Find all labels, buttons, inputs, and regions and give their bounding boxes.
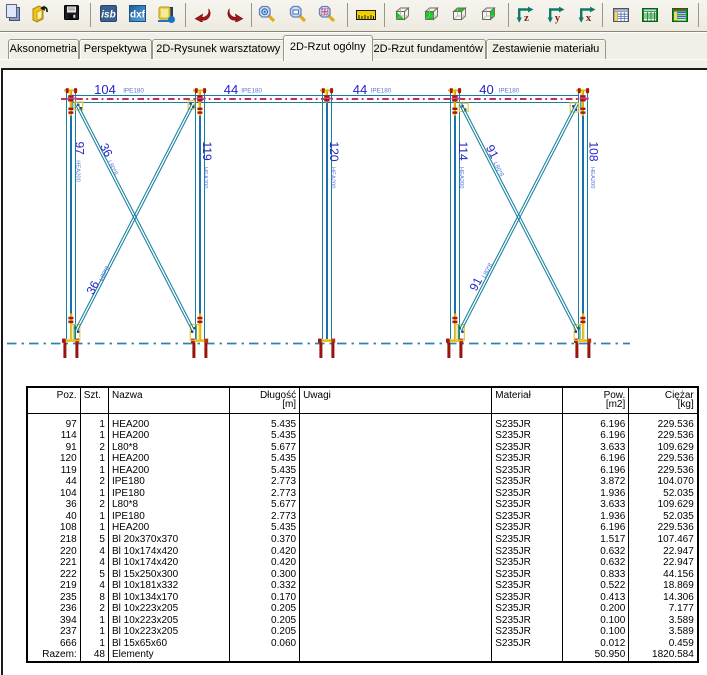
svg-text:L80*8: L80*8 (99, 265, 112, 282)
svg-text:91: 91 (483, 142, 502, 161)
svg-text:HEA200: HEA200 (589, 167, 595, 189)
svg-text:120: 120 (327, 142, 341, 162)
svg-text:IPE180: IPE180 (123, 88, 144, 95)
svg-text:119: 119 (200, 142, 214, 161)
svg-text:44: 44 (224, 82, 238, 97)
svg-text:HEA200: HEA200 (202, 167, 208, 189)
svg-text:IPE180: IPE180 (371, 88, 392, 95)
svg-text:104: 104 (94, 82, 116, 97)
svg-text:40: 40 (479, 82, 493, 97)
svg-text:44: 44 (353, 82, 367, 97)
svg-text:108: 108 (587, 142, 601, 162)
svg-text:HEA200: HEA200 (329, 167, 335, 189)
svg-text:IPE180: IPE180 (499, 88, 520, 95)
svg-text:IPE180: IPE180 (241, 88, 262, 95)
svg-text:L80*8: L80*8 (106, 160, 119, 177)
svg-text:HEA200: HEA200 (75, 160, 81, 182)
svg-text:114: 114 (456, 142, 470, 161)
svg-text:36: 36 (97, 141, 116, 160)
svg-text:97: 97 (72, 142, 86, 156)
svg-text:HEA200: HEA200 (458, 167, 464, 189)
